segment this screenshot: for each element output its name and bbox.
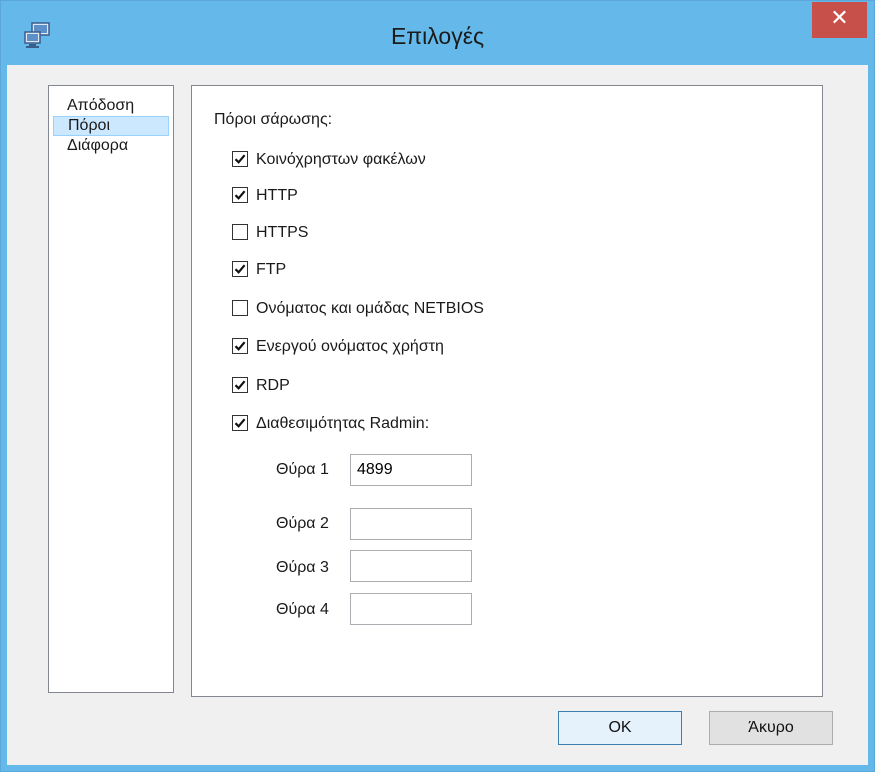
checkmark-icon <box>234 341 246 351</box>
checkbox-box[interactable] <box>232 151 248 167</box>
checkbox-box[interactable] <box>232 224 248 240</box>
checkbox-box[interactable] <box>232 187 248 203</box>
category-item-resources[interactable]: Πόροι <box>53 116 169 136</box>
window-title: Επιλογές <box>390 23 485 49</box>
checkbox-box[interactable] <box>232 415 248 431</box>
cancel-button[interactable]: Άκυρο <box>709 711 833 745</box>
category-list: Απόδοση Πόροι Διάφορα <box>48 85 174 693</box>
checkbox-label: Ενεργού ονόματος χρήστη <box>256 338 444 355</box>
checkbox-label: Κοινόχρηστων φακέλων <box>256 151 426 168</box>
checkbox-label: HTTP <box>256 187 298 204</box>
title-bar[interactable]: Επιλογές ✕ <box>1 1 874 65</box>
checkbox-label: Διαθεσιμότητας Radmin: <box>256 415 430 432</box>
checkbox-label: HTTPS <box>256 224 309 241</box>
checkbox-box[interactable] <box>232 338 248 354</box>
checkbox-label: Ονόματος και ομάδας NETBIOS <box>256 300 484 317</box>
checkbox-box[interactable] <box>232 300 248 316</box>
checkmark-icon <box>234 154 246 164</box>
category-item-performance[interactable]: Απόδοση <box>53 96 169 116</box>
port-4-label: Θύρα 4 <box>276 601 329 618</box>
port-1-input[interactable] <box>350 454 472 486</box>
ok-button[interactable]: OK <box>558 711 682 745</box>
dialog-body: Απόδοση Πόροι Διάφορα Πόροι σάρωσης: Κοι… <box>7 65 868 765</box>
checkmark-icon <box>234 418 246 428</box>
close-icon: ✕ <box>830 6 849 31</box>
checkmark-icon <box>234 380 246 390</box>
options-dialog: Επιλογές ✕ Απόδοση Πόροι Διάφορα Πόροι σ… <box>0 0 875 772</box>
checkbox-box[interactable] <box>232 377 248 393</box>
port-4-input[interactable] <box>350 593 472 625</box>
close-button[interactable]: ✕ <box>812 2 867 38</box>
port-1-label: Θύρα 1 <box>276 461 329 478</box>
checkmark-icon <box>234 264 246 274</box>
port-2-input[interactable] <box>350 508 472 540</box>
checkbox-label: FTP <box>256 261 287 278</box>
checkbox-label: RDP <box>256 377 290 394</box>
port-3-input[interactable] <box>350 550 472 582</box>
checkbox-box[interactable] <box>232 261 248 277</box>
port-3-label: Θύρα 3 <box>276 559 329 576</box>
resources-panel: Πόροι σάρωσης: Κοινόχρηστων φακέλων HTTP… <box>191 85 823 697</box>
checkmark-icon <box>234 190 246 200</box>
port-2-label: Θύρα 2 <box>276 515 329 532</box>
category-item-misc[interactable]: Διάφορα <box>53 136 169 156</box>
section-label: Πόροι σάρωσης: <box>214 111 333 128</box>
